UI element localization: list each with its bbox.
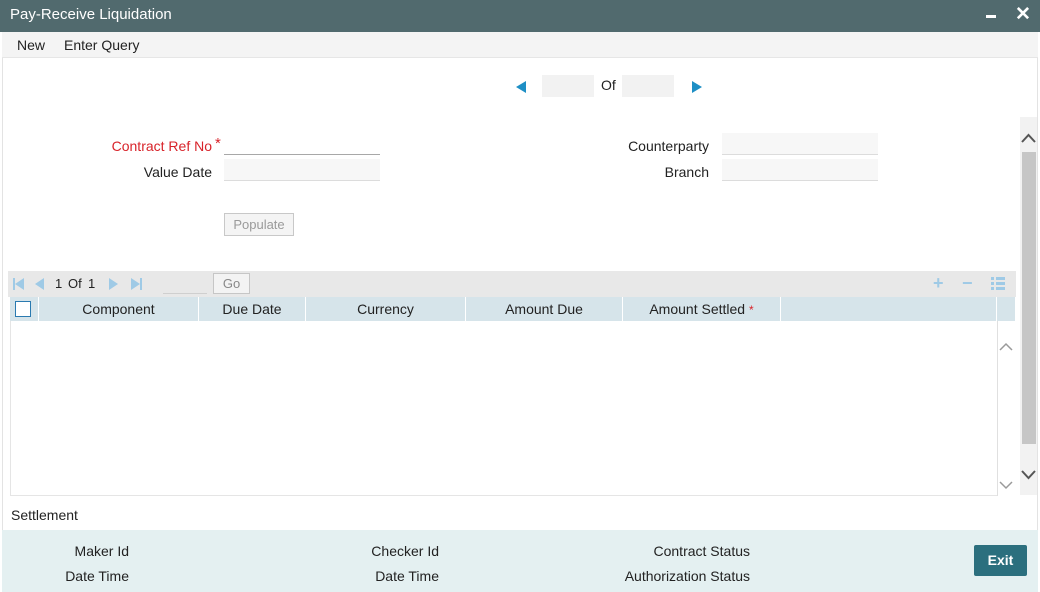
branch-label: Branch [664, 164, 709, 180]
amount-settled-required-marker: * [748, 303, 754, 317]
close-icon[interactable]: ✕ [1013, 4, 1033, 26]
page-scrollbar-thumb[interactable] [1022, 152, 1036, 444]
column-separator [780, 297, 781, 321]
scroll-down-icon[interactable] [1021, 467, 1036, 483]
column-separator [996, 297, 997, 321]
previous-page-icon[interactable] [35, 278, 44, 290]
frame-border-left [2, 58, 3, 530]
required-marker: * [215, 135, 221, 152]
frame-border-right [1037, 58, 1038, 530]
minimize-icon[interactable] [984, 8, 998, 24]
column-header-amount-settled[interactable]: Amount Settled * [623, 297, 780, 321]
title-bar: Pay-Receive Liquidation ✕ [0, 0, 1040, 32]
page-current: 1 [55, 276, 63, 291]
page-of-label: Of [68, 276, 82, 291]
select-all-checkbox[interactable] [15, 301, 31, 317]
menu-bar: New Enter Query [2, 32, 1038, 58]
contract-ref-label-text: Contract Ref No [111, 138, 212, 154]
checker-id-label: Checker Id [371, 543, 439, 559]
counterparty-label: Counterparty [628, 138, 709, 154]
grid-toolbar [8, 271, 1016, 297]
maker-date-time-label: Date Time [65, 568, 129, 584]
value-date-input [224, 159, 380, 181]
column-header-component[interactable]: Component [39, 297, 198, 321]
column-header-due-date[interactable]: Due Date [199, 297, 305, 321]
populate-button[interactable]: Populate [224, 213, 294, 236]
scroll-up-icon[interactable] [1021, 130, 1036, 148]
record-of-label: Of [601, 77, 616, 93]
amount-settled-label: Amount Settled [649, 301, 746, 317]
authorization-status-label: Authorization Status [624, 568, 750, 584]
column-header-amount-due[interactable]: Amount Due [466, 297, 622, 321]
branch-input [722, 159, 878, 181]
current-record-field[interactable] [542, 75, 594, 97]
total-records-field [622, 75, 674, 97]
grid-scroll-up-icon[interactable] [999, 338, 1013, 354]
page-total: 1 [88, 276, 96, 291]
settlement-link[interactable]: Settlement [11, 507, 78, 523]
enter-query-menu-item[interactable]: Enter Query [64, 37, 139, 53]
next-page-icon[interactable] [109, 278, 118, 290]
audit-footer [2, 530, 1038, 592]
contract-ref-input[interactable] [224, 133, 380, 155]
checker-date-time-label: Date Time [375, 568, 439, 584]
window-title: Pay-Receive Liquidation [10, 6, 172, 23]
value-date-label: Value Date [143, 164, 212, 180]
contract-ref-label: Contract Ref No [60, 138, 212, 154]
page-number-input[interactable] [163, 274, 207, 294]
exit-button[interactable]: Exit [974, 545, 1027, 576]
next-record-icon[interactable] [692, 81, 702, 93]
counterparty-input [722, 133, 878, 155]
new-menu-item[interactable]: New [17, 37, 45, 53]
delete-row-icon[interactable]: − [962, 273, 973, 294]
go-button[interactable]: Go [213, 273, 250, 294]
add-row-icon[interactable]: + [933, 273, 944, 294]
column-header-currency[interactable]: Currency [306, 297, 465, 321]
single-view-icon[interactable] [991, 277, 1005, 293]
contract-status-label: Contract Status [653, 543, 751, 559]
previous-record-icon[interactable] [516, 81, 526, 93]
maker-id-label: Maker Id [74, 543, 129, 559]
grid-scroll-down-icon[interactable] [999, 477, 1013, 493]
grid-body [10, 321, 1015, 496]
